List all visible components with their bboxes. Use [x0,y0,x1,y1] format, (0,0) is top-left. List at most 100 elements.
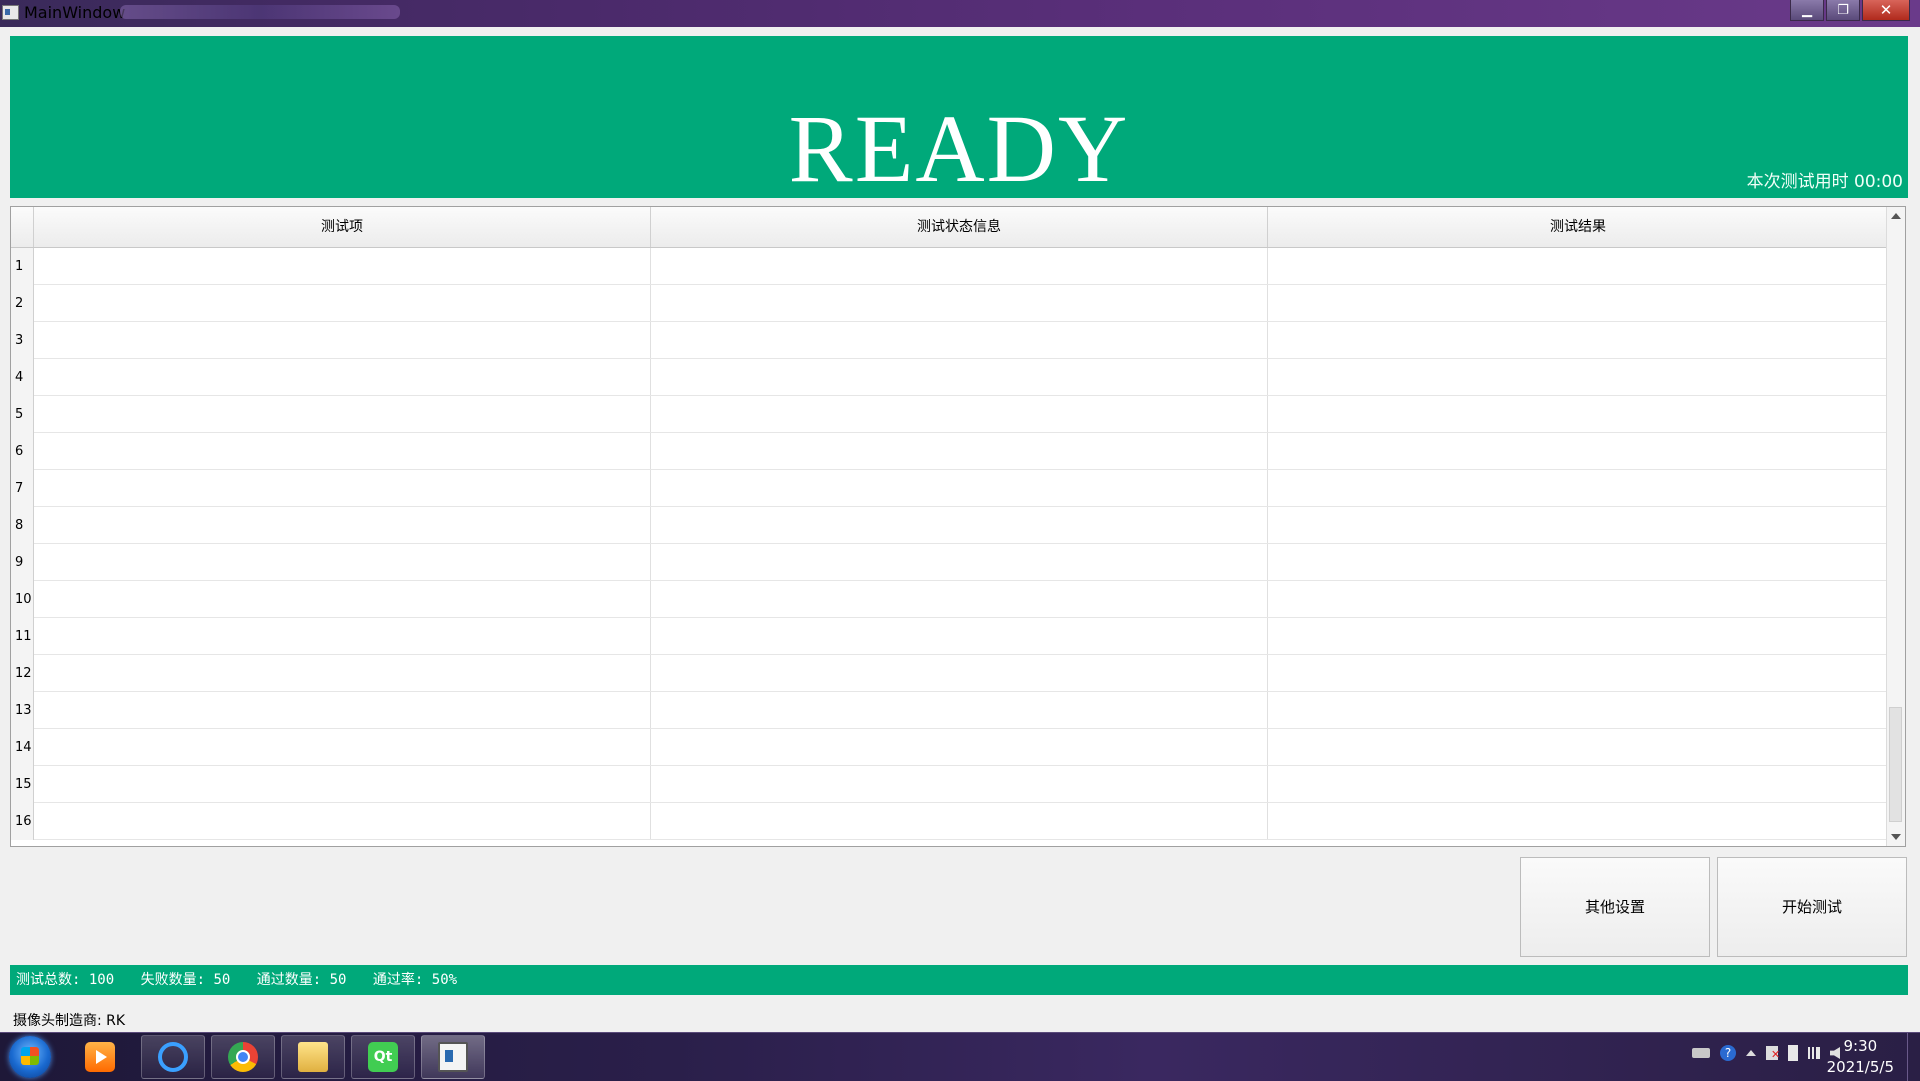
table-cell[interactable] [34,766,651,802]
table-cell[interactable] [34,322,651,358]
show-desktop-button[interactable] [1907,1033,1920,1081]
corner-cell[interactable] [11,207,34,247]
close-button[interactable]: ✕ [1862,0,1910,21]
table-cell[interactable] [651,322,1268,358]
table-cell[interactable] [651,433,1268,469]
table-cell[interactable] [651,544,1268,580]
table-cell[interactable] [1268,803,1888,839]
row-number[interactable]: 13 [11,692,34,729]
window-title-bar[interactable]: MainWindow ▁ ❐ ✕ [0,0,1920,27]
table-cell[interactable] [651,359,1268,395]
table-cell[interactable] [34,544,651,580]
table-cell[interactable] [1268,581,1888,617]
table-row[interactable]: 12 [11,655,1887,692]
table-cell[interactable] [651,396,1268,432]
table-cell[interactable] [651,470,1268,506]
table-row[interactable]: 8 [11,507,1887,544]
table-cell[interactable] [1268,692,1888,728]
action-center-flag-icon[interactable] [1766,1046,1780,1061]
system-clock[interactable]: 9:30 2021/5/5 [1827,1036,1894,1078]
row-number[interactable]: 10 [11,581,34,618]
scrollbar-thumb[interactable] [1889,707,1902,822]
show-hidden-icons-icon[interactable] [1746,1050,1756,1056]
table-cell[interactable] [651,803,1268,839]
table-cell[interactable] [651,766,1268,802]
help-icon[interactable]: ? [1720,1045,1736,1061]
table-cell[interactable] [1268,322,1888,358]
table-cell[interactable] [1268,729,1888,765]
table-cell[interactable] [1268,766,1888,802]
table-row[interactable]: 2 [11,285,1887,322]
start-menu-button[interactable] [9,1036,51,1078]
row-number[interactable]: 9 [11,544,34,581]
table-cell[interactable] [34,803,651,839]
network-icon[interactable] [1808,1047,1820,1059]
table-cell[interactable] [1268,285,1888,321]
row-number[interactable]: 1 [11,248,34,285]
table-row[interactable]: 13 [11,692,1887,729]
table-cell[interactable] [651,507,1268,543]
table-cell[interactable] [34,655,651,691]
taskbar-media-player[interactable] [68,1035,132,1079]
row-number[interactable]: 5 [11,396,34,433]
table-row[interactable]: 14 [11,729,1887,766]
table-cell[interactable] [34,285,651,321]
table-row[interactable]: 4 [11,359,1887,396]
table-cell[interactable] [651,618,1268,654]
table-cell[interactable] [34,618,651,654]
table-row[interactable]: 16 [11,803,1887,840]
table-row[interactable]: 15 [11,766,1887,803]
scroll-down-icon[interactable] [1891,834,1901,840]
row-number[interactable]: 11 [11,618,34,655]
taskbar-main-window[interactable] [421,1035,485,1079]
row-number[interactable]: 7 [11,470,34,507]
minimize-button[interactable]: ▁ [1790,0,1824,21]
taskbar-qt-creator[interactable]: Qt [351,1035,415,1079]
row-number[interactable]: 16 [11,803,34,840]
table-cell[interactable] [651,655,1268,691]
table-cell[interactable] [651,729,1268,765]
table-cell[interactable] [34,692,651,728]
row-number[interactable]: 4 [11,359,34,396]
table-cell[interactable] [34,248,651,284]
table-cell[interactable] [34,507,651,543]
table-cell[interactable] [1268,359,1888,395]
taskbar-chrome[interactable] [211,1035,275,1079]
table-vertical-scrollbar[interactable] [1886,207,1905,846]
table-row[interactable]: 11 [11,618,1887,655]
taskbar-qq-browser[interactable] [141,1035,205,1079]
table-cell[interactable] [651,248,1268,284]
table-row[interactable]: 3 [11,322,1887,359]
row-number[interactable]: 8 [11,507,34,544]
table-row[interactable]: 10 [11,581,1887,618]
table-row[interactable]: 5 [11,396,1887,433]
row-number[interactable]: 2 [11,285,34,322]
table-row[interactable]: 7 [11,470,1887,507]
table-cell[interactable] [1268,470,1888,506]
table-cell[interactable] [34,396,651,432]
column-header-test-result[interactable]: 测试结果 [1268,207,1888,247]
table-cell[interactable] [34,433,651,469]
test-results-table[interactable]: 测试项 测试状态信息 测试结果 1 2 3 4 5 6 7 8 9 10 11 12 13 14 15 16 [10,206,1906,847]
table-cell[interactable] [1268,618,1888,654]
table-cell[interactable] [1268,433,1888,469]
table-cell[interactable] [1268,544,1888,580]
table-cell[interactable] [34,729,651,765]
row-number[interactable]: 14 [11,729,34,766]
keyboard-icon[interactable] [1692,1048,1710,1058]
other-settings-button[interactable]: 其他设置 [1520,857,1710,957]
table-cell[interactable] [1268,507,1888,543]
table-cell[interactable] [34,470,651,506]
start-test-button[interactable]: 开始测试 [1717,857,1907,957]
table-cell[interactable] [34,359,651,395]
table-cell[interactable] [651,285,1268,321]
table-row[interactable]: 1 [11,248,1887,285]
table-row[interactable]: 6 [11,433,1887,470]
table-cell[interactable] [1268,248,1888,284]
row-number[interactable]: 3 [11,322,34,359]
table-row[interactable]: 9 [11,544,1887,581]
row-number[interactable]: 12 [11,655,34,692]
scroll-up-icon[interactable] [1891,213,1901,219]
table-cell[interactable] [34,581,651,617]
table-cell[interactable] [651,581,1268,617]
